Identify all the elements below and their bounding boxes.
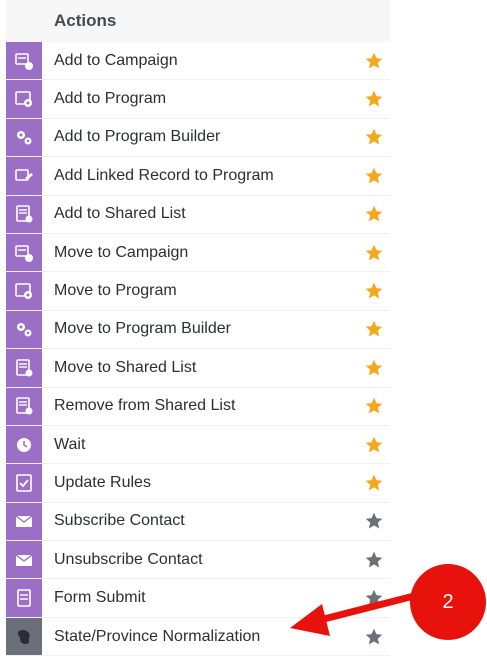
shared-list-icon [6, 195, 42, 233]
callout-number: 2 [442, 590, 454, 613]
campaign-icon [6, 42, 42, 80]
annotation-callout: 2 [410, 564, 486, 640]
favorite-star-icon[interactable] [362, 356, 386, 380]
action-item[interactable]: Unsubscribe Contact [6, 541, 390, 580]
favorite-star-icon[interactable] [362, 164, 386, 188]
form-icon [6, 579, 42, 617]
action-label: Move to Program [54, 282, 177, 300]
shared-list-icon [6, 387, 42, 425]
favorite-star-icon[interactable] [362, 125, 386, 149]
program-icon [6, 80, 42, 118]
favorite-star-icon[interactable] [362, 202, 386, 226]
action-label: Add to Program [54, 90, 167, 108]
program-icon [6, 272, 42, 310]
action-label: Add to Campaign [54, 51, 178, 69]
action-item[interactable]: Form Submit [6, 579, 390, 618]
action-item[interactable]: State/Province Normalization [6, 617, 390, 657]
clock-icon [6, 425, 42, 464]
favorite-star-icon[interactable] [362, 433, 386, 457]
action-item[interactable]: Update Rules [6, 464, 390, 503]
action-item[interactable]: Add to Campaign [6, 42, 390, 81]
action-label: Move to Program Builder [54, 320, 231, 338]
action-item[interactable]: Wait [6, 425, 390, 465]
actions-list: Add to Campaign Add to Program Add to Pr… [6, 42, 390, 657]
linked-record-icon [6, 157, 42, 195]
action-label: Add to Shared List [54, 205, 186, 223]
action-label: Move to Shared List [54, 358, 197, 376]
action-item[interactable]: Move to Campaign [6, 233, 390, 273]
action-label: Wait [54, 435, 86, 453]
favorite-star-icon[interactable] [362, 625, 386, 649]
action-label: State/Province Normalization [54, 627, 261, 645]
shared-list-icon [6, 349, 42, 387]
action-item[interactable]: Add to Program [6, 80, 390, 119]
actions-panel: Actions Add to Campaign Add to Program A… [6, 0, 390, 657]
favorite-star-icon[interactable] [362, 241, 386, 265]
action-item[interactable]: Move to Shared List [6, 349, 390, 388]
action-item[interactable]: Subscribe Contact [6, 502, 390, 542]
favorite-star-icon[interactable] [362, 509, 386, 533]
action-label: Remove from Shared List [54, 397, 236, 415]
favorite-star-icon[interactable] [362, 317, 386, 341]
action-label: Subscribe Contact [54, 512, 185, 530]
favorite-star-icon[interactable] [362, 87, 386, 111]
action-item[interactable]: Remove from Shared List [6, 387, 390, 426]
action-label: Form Submit [54, 589, 146, 607]
envelope-icon [6, 502, 42, 541]
action-label: Update Rules [54, 473, 151, 491]
favorite-star-icon[interactable] [362, 586, 386, 610]
favorite-star-icon[interactable] [362, 548, 386, 572]
action-item[interactable]: Move to Program Builder [6, 310, 390, 350]
action-item[interactable]: Add to Program Builder [6, 118, 390, 158]
favorite-star-icon[interactable] [362, 279, 386, 303]
checklist-icon [6, 464, 42, 502]
action-item[interactable]: Add Linked Record to Program [6, 157, 390, 196]
action-label: Add to Program Builder [54, 128, 221, 146]
favorite-star-icon[interactable] [362, 394, 386, 418]
action-item[interactable]: Add to Shared List [6, 195, 390, 234]
program-builder-icon [6, 310, 42, 349]
favorite-star-icon[interactable] [362, 49, 386, 73]
action-label: Unsubscribe Contact [54, 550, 203, 568]
action-label: Add Linked Record to Program [54, 166, 274, 184]
campaign-icon [6, 233, 42, 272]
favorite-star-icon[interactable] [362, 471, 386, 495]
action-item[interactable]: Move to Program [6, 272, 390, 311]
program-builder-icon [6, 118, 42, 157]
actions-header: Actions [6, 0, 390, 42]
map-icon [6, 617, 42, 656]
envelope-icon [6, 541, 42, 579]
action-label: Move to Campaign [54, 243, 189, 261]
